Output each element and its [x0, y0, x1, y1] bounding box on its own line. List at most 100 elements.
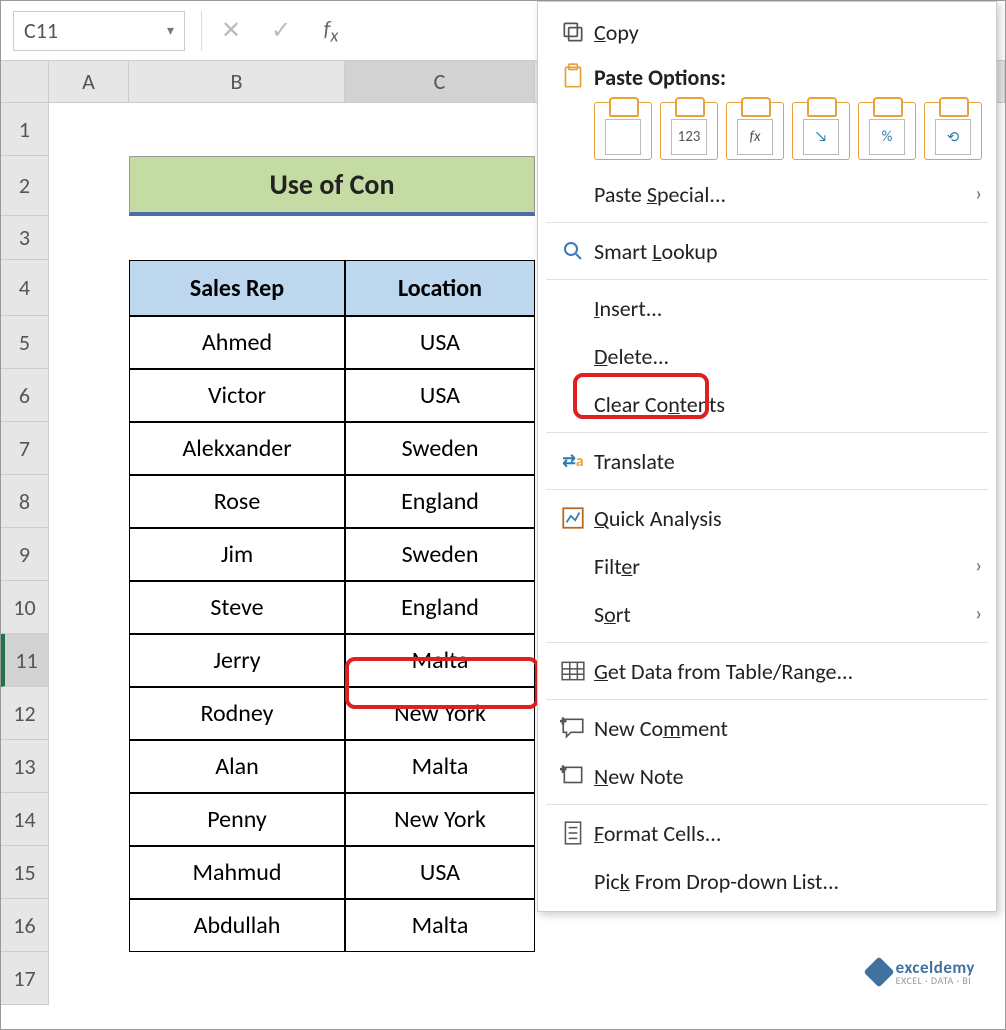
menu-sort[interactable]: Sort › — [538, 590, 996, 638]
cell-loc[interactable]: Sweden — [345, 528, 535, 581]
menu-delete[interactable]: Delete... — [538, 332, 996, 380]
col-header-a[interactable]: A — [49, 61, 129, 103]
cell[interactable] — [49, 422, 129, 475]
cell-rep[interactable]: Jim — [129, 528, 345, 581]
col-header-b[interactable]: B — [129, 61, 345, 103]
menu-smart-lookup[interactable]: Smart Lookup — [538, 227, 996, 275]
cancel-icon[interactable]: ✕ — [206, 11, 256, 51]
name-box[interactable]: C11 ▾ — [13, 11, 185, 51]
table-header-loc[interactable]: Location — [345, 260, 535, 316]
row-header[interactable]: 1 — [1, 103, 49, 156]
cell[interactable] — [49, 369, 129, 422]
cell-loc[interactable]: Malta — [345, 899, 535, 952]
row-header[interactable]: 11 — [1, 634, 49, 687]
cell-loc[interactable]: Malta — [345, 740, 535, 793]
paste-opt-transpose[interactable]: ↘ — [792, 102, 850, 160]
cell-rep[interactable]: Abdullah — [129, 899, 345, 952]
row-header[interactable]: 12 — [1, 687, 49, 740]
cell-loc[interactable]: England — [345, 581, 535, 634]
paste-opt-values[interactable]: 123 — [660, 102, 718, 160]
menu-format-cells[interactable]: Format Cells... — [538, 809, 996, 857]
paste-opt-link[interactable]: ⟲ — [924, 102, 982, 160]
cell[interactable] — [49, 528, 129, 581]
menu-quick-analysis[interactable]: Quick Analysis — [538, 494, 996, 542]
cell[interactable] — [345, 216, 535, 260]
svg-text:+: + — [560, 716, 566, 729]
fx-icon[interactable]: fx — [306, 11, 356, 51]
row-header[interactable]: 3 — [1, 216, 49, 260]
row-header[interactable]: 9 — [1, 528, 49, 581]
row-header[interactable]: 16 — [1, 899, 49, 952]
row-header[interactable]: 6 — [1, 369, 49, 422]
menu-insert[interactable]: Insert... — [538, 284, 996, 332]
menu-copy[interactable]: Copy — [538, 8, 996, 56]
cell[interactable] — [49, 899, 129, 952]
row-header[interactable]: 5 — [1, 316, 49, 369]
table-icon — [552, 660, 594, 682]
paste-opt-default[interactable] — [594, 102, 652, 160]
row-header[interactable]: 17 — [1, 952, 49, 1005]
cell-rep[interactable]: Rose — [129, 475, 345, 528]
menu-pick-from-list[interactable]: Pick From Drop-down List... — [538, 857, 996, 905]
cell[interactable] — [129, 952, 345, 1005]
cell-loc[interactable]: New York — [345, 793, 535, 846]
menu-translate[interactable]: ⇄a Translate — [538, 437, 996, 485]
cell-rep[interactable]: Steve — [129, 581, 345, 634]
enter-icon[interactable]: ✓ — [256, 11, 306, 51]
menu-paste-special[interactable]: Paste Special... › — [538, 170, 996, 218]
cell[interactable] — [49, 103, 129, 156]
cell[interactable] — [129, 103, 345, 156]
menu-clear-contents[interactable]: Clear Contents — [538, 380, 996, 428]
cell[interactable] — [49, 216, 129, 260]
cell-rep[interactable]: Jerry — [129, 634, 345, 687]
cell[interactable] — [49, 316, 129, 369]
paste-opt-formulas[interactable]: fx — [726, 102, 784, 160]
cell-rep[interactable]: Rodney — [129, 687, 345, 740]
cell-loc[interactable]: USA — [345, 846, 535, 899]
cell[interactable] — [49, 846, 129, 899]
row-header[interactable]: 15 — [1, 846, 49, 899]
menu-get-data[interactable]: Get Data from Table/Range... — [538, 647, 996, 695]
cell[interactable] — [49, 475, 129, 528]
cell[interactable] — [49, 581, 129, 634]
table-header-rep[interactable]: Sales Rep — [129, 260, 345, 316]
cell[interactable] — [49, 740, 129, 793]
cell-loc[interactable]: Sweden — [345, 422, 535, 475]
menu-filter[interactable]: Filter › — [538, 542, 996, 590]
name-box-value: C11 — [24, 17, 58, 44]
cell[interactable] — [49, 952, 129, 1005]
cell-rep[interactable]: Victor — [129, 369, 345, 422]
cell[interactable] — [129, 216, 345, 260]
select-all-corner[interactable] — [1, 61, 49, 103]
cell-rep[interactable]: Alekxander — [129, 422, 345, 475]
cell[interactable] — [345, 103, 535, 156]
cell[interactable] — [345, 952, 535, 1005]
row-header[interactable]: 10 — [1, 581, 49, 634]
cell-rep[interactable]: Ahmed — [129, 316, 345, 369]
cell-loc[interactable]: USA — [345, 369, 535, 422]
cell-loc[interactable]: England — [345, 475, 535, 528]
cell-loc[interactable]: Malta — [345, 634, 535, 687]
cell-loc[interactable]: New York — [345, 687, 535, 740]
col-header-c[interactable]: C — [345, 61, 535, 103]
cell[interactable] — [49, 260, 129, 316]
title-cell[interactable]: Use of Con — [129, 156, 535, 216]
menu-new-note[interactable]: + New Note — [538, 752, 996, 800]
row-header[interactable]: 13 — [1, 740, 49, 793]
row-header[interactable]: 7 — [1, 422, 49, 475]
cell-loc[interactable]: USA — [345, 316, 535, 369]
paste-opt-formatting[interactable]: % — [858, 102, 916, 160]
cell[interactable] — [49, 634, 129, 687]
cell[interactable] — [49, 793, 129, 846]
menu-new-comment[interactable]: + New Comment — [538, 704, 996, 752]
row-header[interactable]: 2 — [1, 156, 49, 216]
row-header[interactable]: 14 — [1, 793, 49, 846]
cell[interactable] — [49, 156, 129, 216]
cell-rep[interactable]: Alan — [129, 740, 345, 793]
cell-rep[interactable]: Penny — [129, 793, 345, 846]
row-header[interactable]: 8 — [1, 475, 49, 528]
cell[interactable] — [49, 687, 129, 740]
cell-rep[interactable]: Mahmud — [129, 846, 345, 899]
row-header[interactable]: 4 — [1, 260, 49, 316]
chevron-down-icon[interactable]: ▾ — [167, 22, 174, 39]
